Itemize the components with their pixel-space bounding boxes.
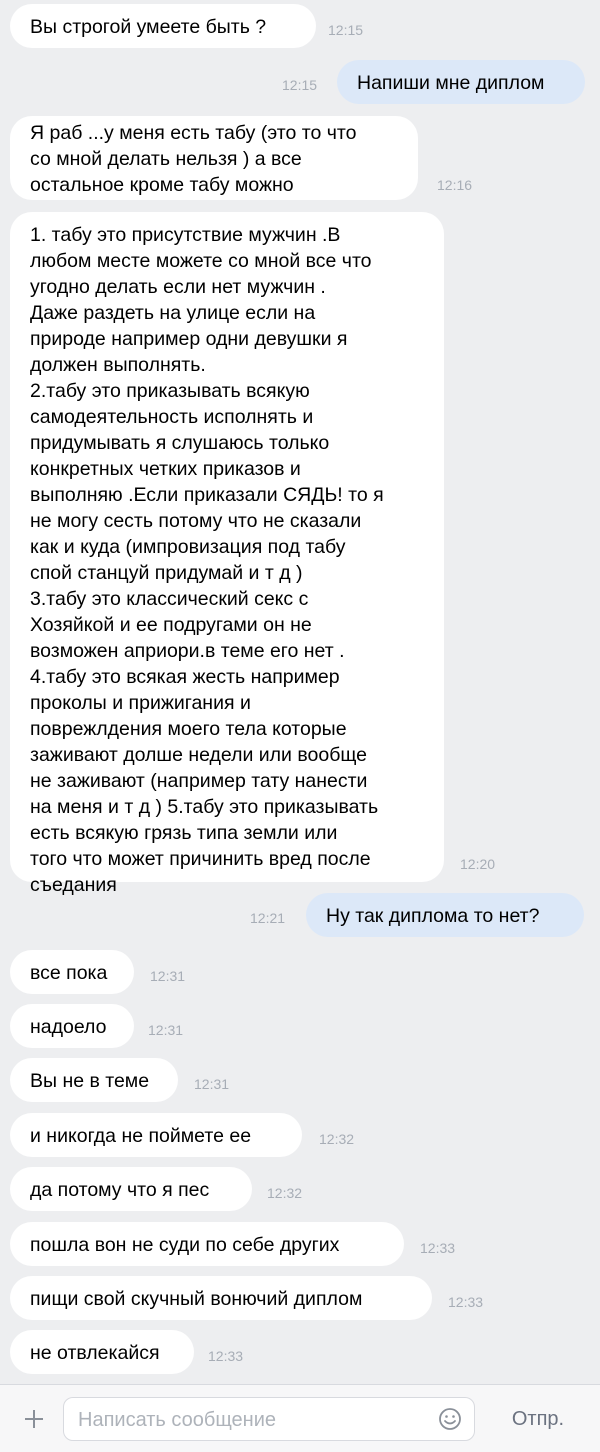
message-bubble-incoming[interactable]: пошла вон не суди по себе других — [10, 1222, 404, 1266]
add-attachment-button[interactable] — [14, 1399, 54, 1439]
message-input[interactable] — [76, 1404, 430, 1436]
message-bubble-incoming[interactable]: Вы строгой умеете быть ? — [10, 4, 316, 48]
message-bubble-outgoing[interactable]: Напиши мне диплом — [337, 60, 585, 104]
message-time: 12:32 — [319, 1131, 355, 1147]
message-bubble-incoming[interactable]: пищи свой скучный вонючий диплом — [10, 1276, 432, 1320]
message-time: 12:21 — [250, 910, 286, 926]
message-bubble-incoming[interactable]: все пока — [10, 950, 134, 994]
message-time: 12:31 — [194, 1076, 230, 1092]
message-input-box[interactable] — [63, 1397, 475, 1441]
send-button[interactable]: Отпр. — [493, 1403, 583, 1435]
message-time: 12:15 — [328, 22, 364, 38]
emoji-button[interactable] — [438, 1407, 462, 1431]
message-bubble-incoming[interactable]: Вы не в теме — [10, 1058, 178, 1102]
message-time: 12:16 — [437, 177, 473, 193]
message-bubble-incoming[interactable]: не отвлекайся — [10, 1330, 194, 1374]
message-time: 12:20 — [460, 856, 496, 872]
message-bubble-incoming[interactable]: Я раб ...у меня есть табу (это то что со… — [10, 116, 418, 200]
message-time: 12:33 — [420, 1240, 456, 1256]
message-time: 12:33 — [448, 1294, 484, 1310]
smile-icon — [439, 1408, 461, 1430]
message-time: 12:31 — [150, 968, 186, 984]
message-bubble-outgoing[interactable]: Ну так диплома то нет? — [306, 893, 584, 937]
message-time: 12:32 — [267, 1185, 303, 1201]
message-bubble-incoming[interactable]: и никогда не поймете ее — [10, 1113, 302, 1157]
plus-icon — [25, 1410, 43, 1428]
message-bubble-incoming[interactable]: да потому что я пес — [10, 1167, 252, 1211]
message-time: 12:15 — [282, 77, 318, 93]
message-composer: Отпр. — [0, 1384, 600, 1452]
message-bubble-incoming[interactable]: 1. табу это присутствие мужчин .В любом … — [10, 212, 444, 896]
message-time: 12:33 — [208, 1348, 244, 1364]
message-bubble-incoming[interactable]: надоело — [10, 1004, 134, 1048]
chat-history[interactable]: Вы строгой умеете быть ? 12:15 12:15 Нап… — [0, 0, 600, 1384]
message-time: 12:31 — [148, 1022, 184, 1038]
